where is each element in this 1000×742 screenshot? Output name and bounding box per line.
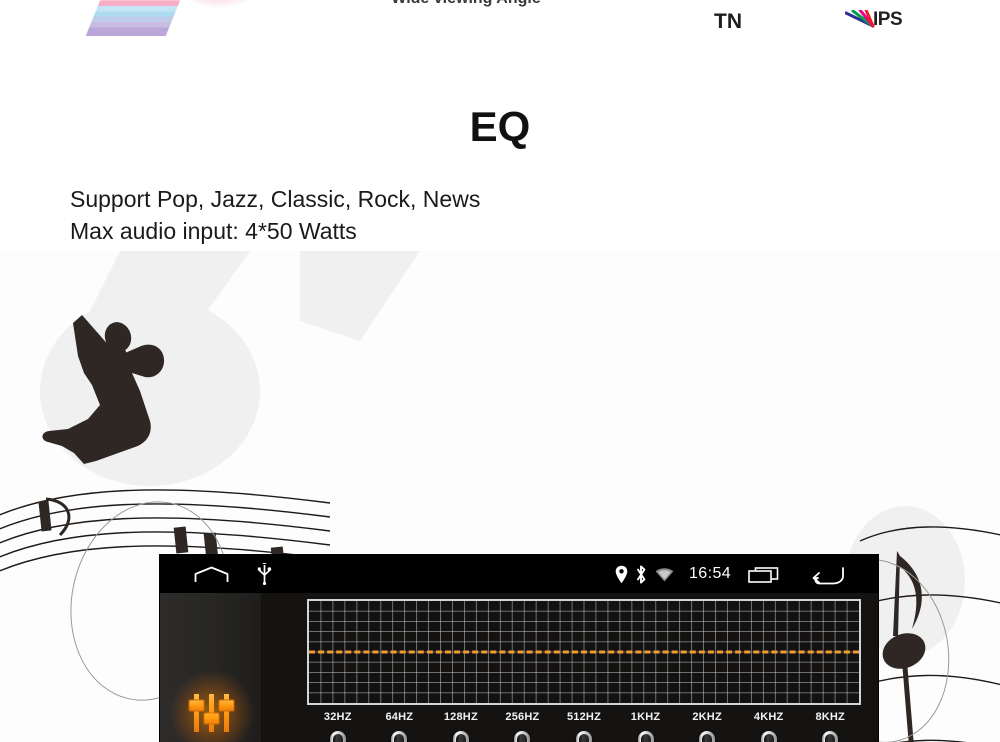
status-bar-clock: 16:54	[689, 565, 732, 582]
eq-band-label: 2KHZ	[692, 711, 722, 723]
description-block: Support Pop, Jazz, Classic, Rock, News M…	[70, 183, 770, 247]
sidebar-item-equalizer[interactable]	[170, 671, 254, 742]
ips-rays-icon	[845, 10, 875, 28]
eq-band: 4KHZ0	[738, 711, 800, 742]
color-gradient-swatch-icon	[85, 0, 185, 36]
eq-band-slider[interactable]	[514, 731, 531, 742]
page-root: Smooth Color Change IPS Wide viewing Ang…	[0, 0, 1000, 742]
eq-band-slider[interactable]	[452, 731, 469, 742]
wide-viewing-angle-label: Wide viewing Angle	[351, 0, 581, 8]
eq-band-slider[interactable]	[391, 731, 408, 742]
eq-slider-track	[640, 734, 651, 742]
ips-small-block: IPS	[845, 8, 927, 34]
promo-strip: Smooth Color Change IPS Wide viewing Ang…	[0, 0, 1000, 50]
eq-band: 256HZ0	[491, 711, 553, 742]
recent-apps-icon[interactable]	[748, 567, 779, 583]
eq-slider-track	[763, 734, 774, 742]
eq-response-graph	[307, 599, 861, 705]
android-status-bar: 16:54	[160, 555, 878, 593]
eq-slider-track	[825, 734, 836, 742]
eq-band-slider[interactable]	[699, 731, 716, 742]
hero-scene: 16:54 32HZ 64HZ 128HZ 256HZ 512HZ 1KHZ 2…	[0, 251, 1000, 742]
eq-icon-glow	[170, 671, 254, 742]
eq-band: 128HZ0	[430, 711, 492, 742]
eq-band: 64HZ0	[368, 711, 430, 742]
eq-band-label: 8KHZ	[815, 711, 845, 723]
eq-band-list: 32HZ064HZ0128HZ0256HZ0512HZ01KHZ02KHZ04K…	[307, 711, 861, 742]
eq-slider-track	[332, 734, 343, 742]
eq-band: 2KHZ0	[676, 711, 738, 742]
eq-slider-track	[579, 734, 589, 742]
usb-icon[interactable]	[257, 563, 272, 585]
color-change-label: Color Change	[151, 0, 279, 2]
eq-band-label: 64HZ	[385, 711, 414, 723]
description-line-2: Max audio input: 4*50 Watts	[70, 218, 357, 244]
eq-band-slider[interactable]	[760, 731, 777, 742]
eq-band-slider[interactable]	[329, 731, 346, 742]
eq-response-curve	[309, 650, 859, 654]
eq-band-label: 4KHZ	[753, 711, 784, 723]
back-arrow-icon[interactable]	[812, 565, 844, 585]
eq-slider-track	[394, 734, 405, 742]
page-title: EQ	[469, 103, 531, 150]
smooth-color-change-block: Smooth Color Change	[85, 0, 300, 40]
eq-band-label: 128HZ	[443, 711, 478, 723]
eq-band: 512HZ0	[553, 711, 615, 742]
eq-band-slider[interactable]	[576, 731, 592, 742]
description-line-1: Support Pop, Jazz, Classic, Rock, News	[70, 186, 481, 212]
eq-slider-track	[702, 734, 713, 742]
head-unit-screen: 16:54 32HZ 64HZ 128HZ 256HZ 512HZ 1KHZ 2…	[160, 555, 878, 742]
eq-band-label: 1KHZ	[630, 711, 661, 723]
eq-slider-track	[455, 734, 466, 742]
ips-wide-angle-block: IPS Wide viewing Angle	[350, 0, 580, 44]
eq-band-label: 256HZ	[505, 711, 540, 723]
eq-sidebar	[160, 593, 262, 742]
eq-band-slider[interactable]	[637, 731, 654, 742]
eq-band-label: 512HZ	[566, 711, 602, 723]
home-icon[interactable]	[194, 566, 229, 583]
wifi-icon	[655, 568, 674, 582]
bluetooth-icon	[637, 565, 646, 584]
eq-band-slider[interactable]	[822, 731, 839, 742]
eq-band: 1KHZ0	[615, 711, 677, 742]
eq-slider-track	[517, 734, 528, 742]
eq-band: 32HZ0	[307, 711, 369, 742]
tn-label: TN	[714, 10, 742, 33]
eq-main-panel: 32HZ064HZ0128HZ0256HZ0512HZ01KHZ02KHZ04K…	[262, 593, 878, 742]
eq-band: 8KHZ0	[799, 711, 861, 742]
location-pin-icon	[615, 565, 628, 584]
ips-small-label: IPS	[873, 9, 903, 30]
eq-band-label: 32HZ	[323, 711, 352, 723]
